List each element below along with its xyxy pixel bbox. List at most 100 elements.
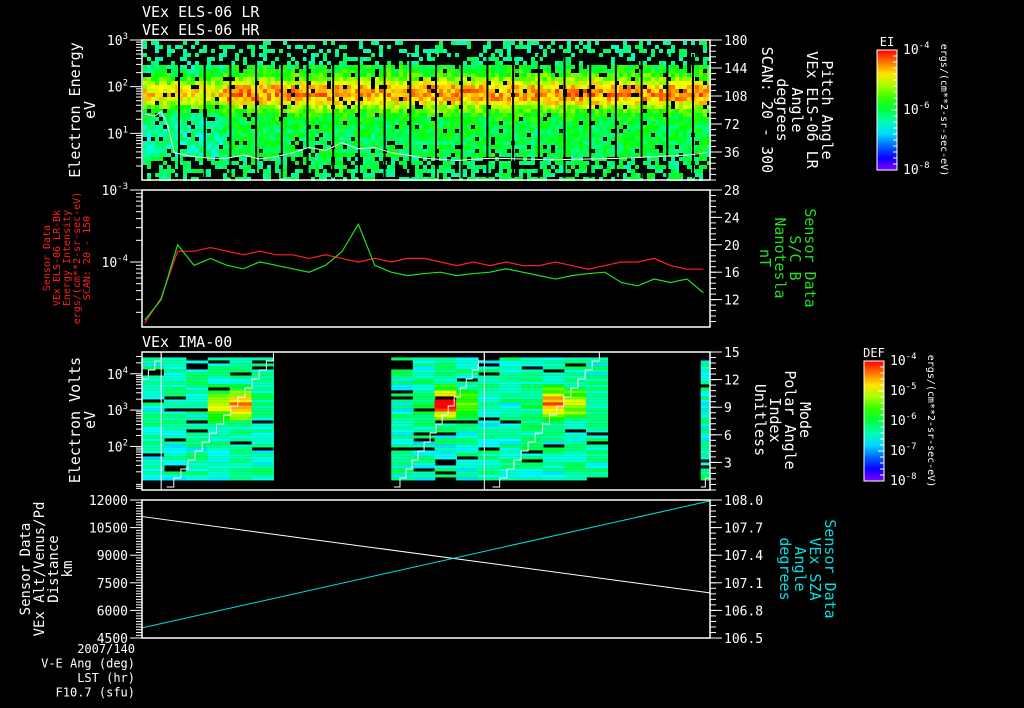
- spectrogram-cell: [611, 69, 615, 73]
- spectrogram-cell: [283, 125, 287, 129]
- spectrogram-cell: [167, 77, 171, 81]
- spectrogram-cell: [343, 165, 347, 169]
- spectrogram-cell: [143, 125, 147, 129]
- spectrogram-cell: [619, 65, 623, 69]
- spectrogram-cell: [583, 133, 587, 137]
- spectrogram-cell: [499, 169, 503, 173]
- spectrogram-cell: [391, 393, 414, 397]
- spectrogram-cell: [375, 125, 379, 129]
- spectrogram-cell: [521, 474, 544, 478]
- spectrogram-cell: [651, 165, 655, 169]
- spectrogram-cell: [655, 121, 659, 125]
- spectrogram-cell: [519, 121, 523, 125]
- spectrogram-cell: [251, 465, 274, 469]
- spectrogram-cell: [391, 77, 395, 81]
- spectrogram-cell: [143, 133, 147, 137]
- spectrogram-cell: [435, 49, 439, 53]
- spectrogram-cell: [585, 384, 609, 388]
- spectrogram-cell: [515, 101, 519, 105]
- spectrogram-cell: [434, 465, 457, 469]
- spectrogram-cell: [491, 109, 495, 113]
- spectrogram-cell: [287, 113, 291, 117]
- spectrogram-cell: [521, 402, 544, 406]
- spectrogram-cell: [151, 77, 155, 81]
- spectrogram-cell: [547, 149, 551, 153]
- spectrogram-cell: [211, 109, 215, 113]
- spectrogram-cell: [559, 157, 563, 161]
- spectrogram-cell: [319, 117, 323, 121]
- spectrogram-cell: [579, 117, 583, 121]
- spectrogram-cell: [267, 41, 271, 45]
- spectrogram-cell: [412, 471, 436, 475]
- spectrogram-cell: [415, 89, 419, 93]
- spectrogram-cell: [151, 101, 155, 105]
- spectrogram-cell: [703, 129, 707, 133]
- spectrogram-cell: [163, 369, 187, 373]
- spectrogram-cell: [412, 426, 436, 430]
- spectrogram-cell: [491, 97, 495, 101]
- spectrogram-cell: [603, 81, 607, 85]
- spectrogram-cell: [456, 447, 479, 451]
- spectrogram-cell: [451, 73, 455, 77]
- spectrogram-cell: [351, 173, 355, 177]
- spectrogram-cell: [439, 109, 443, 113]
- spectrogram-cell: [343, 117, 347, 121]
- spectrogram-cell: [327, 69, 331, 73]
- spectrogram-cell: [151, 141, 155, 145]
- spectrogram-cell: [564, 465, 587, 469]
- spectrogram-cell: [471, 145, 475, 149]
- spectrogram-cell: [391, 429, 414, 433]
- spectrogram-cell: [603, 153, 607, 157]
- spectrogram-cell: [231, 89, 235, 93]
- spectrogram-cell: [211, 161, 215, 165]
- spectrogram-cell: [700, 447, 711, 451]
- spectrogram-cell: [519, 69, 523, 73]
- spectrogram-cell: [583, 113, 587, 117]
- spectrogram-cell: [543, 49, 547, 53]
- spectrogram-cell: [167, 65, 171, 69]
- spectrogram-cell: [199, 73, 203, 77]
- spectrogram-cell: [247, 77, 251, 81]
- spectrogram-cell: [507, 49, 511, 53]
- spectrogram-cell: [247, 45, 251, 49]
- spectrogram-cell: [519, 133, 523, 137]
- spectrogram-cell: [647, 117, 651, 121]
- spectrogram-cell: [287, 137, 291, 141]
- spectrogram-cell: [599, 117, 603, 121]
- spectrogram-cell: [211, 125, 215, 129]
- spectrogram-cell: [687, 105, 691, 109]
- spectrogram-cell: [343, 53, 347, 57]
- spectrogram-cell: [623, 81, 627, 85]
- spectrogram-cell: [679, 145, 683, 149]
- spectrogram-cell: [585, 393, 609, 397]
- spectrogram-cell: [399, 125, 403, 129]
- spectrogram-cell: [323, 133, 327, 137]
- spectrogram-cell: [399, 77, 403, 81]
- spectrogram-cell: [323, 85, 327, 89]
- spectrogram-cell: [343, 89, 347, 93]
- spectrogram-cell: [412, 477, 436, 481]
- spectrogram-cell: [243, 93, 247, 97]
- spectrogram-cell: [207, 101, 211, 105]
- spectrogram-cell: [423, 153, 427, 157]
- spectrogram-cell: [211, 93, 215, 97]
- spectrogram-cell: [367, 141, 371, 145]
- spectrogram-cell: [163, 89, 167, 93]
- spectrogram-cell: [267, 73, 271, 77]
- spectrogram-cell: [635, 133, 639, 137]
- spectrogram-cell: [275, 81, 279, 85]
- spectrogram-cell: [323, 53, 327, 57]
- spectrogram-cell: [595, 97, 599, 101]
- spectrogram-cell: [507, 85, 511, 89]
- spectrogram-cell: [647, 161, 651, 165]
- spectrogram-cell: [215, 117, 219, 121]
- spectrogram-cell: [491, 53, 495, 57]
- spectrogram-cell: [199, 161, 203, 165]
- spectrogram-cell: [251, 405, 274, 409]
- spectrogram-cell: [303, 93, 307, 97]
- spectrogram-cell: [700, 378, 711, 382]
- spectrogram-cell: [543, 161, 547, 165]
- spectrogram-cell: [185, 435, 209, 439]
- spectrogram-cell: [207, 384, 231, 388]
- spectrogram-cell: [295, 45, 299, 49]
